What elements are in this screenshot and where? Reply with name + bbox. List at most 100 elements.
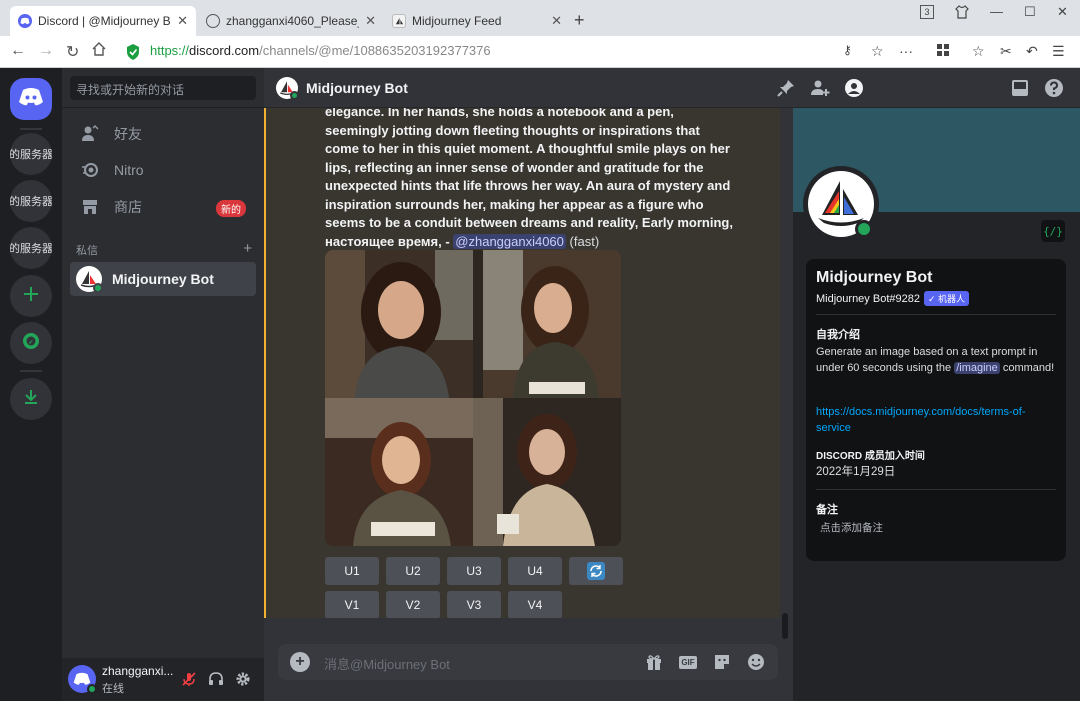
tab-title: zhangganxi4060_Please_d... [226,14,359,28]
home-button[interactable] [92,42,106,61]
favorites-list-icon[interactable]: ☆ [972,43,985,60]
note-input[interactable]: 点击添加备注 [820,521,883,537]
apps-grid-icon[interactable] [936,43,950,60]
dm-item-midjourney-bot[interactable]: Midjourney Bot [70,262,256,296]
menu-icon[interactable]: ☰ [1052,43,1065,60]
url-path: /channels/@me/1088635203192377376 [259,43,491,58]
variation-button-v2[interactable]: V2 [386,591,440,618]
close-icon[interactable]: ✕ [177,13,188,29]
imagine-command[interactable]: /imagine [954,361,1000,374]
prompt-text: elegance. In her hands, she holds a note… [325,108,733,249]
upload-plus-button[interactable]: + [290,652,310,672]
user-profile-toggle[interactable] [844,78,864,98]
deafen-button[interactable] [207,670,225,688]
variation-button-v4[interactable]: V4 [508,591,562,618]
tab-midjourney-feed[interactable]: Midjourney Feed ✕ [384,6,570,36]
tab-title: Midjourney Feed [412,14,502,28]
server-label: 的服务器 [10,149,52,161]
upscale-button-u2[interactable]: U2 [386,557,440,585]
secure-shield-icon[interactable] [126,44,140,60]
close-icon[interactable]: ✕ [551,13,562,29]
gif-icon: GIF [679,655,697,669]
reload-button[interactable]: ↻ [66,42,79,62]
maximize-button[interactable]: ☐ [1024,4,1036,20]
dm-search-input[interactable]: 寻找或开始新的对话 [70,76,256,100]
explore-servers-button[interactable] [10,322,52,364]
scissors-icon[interactable]: ✂ [1000,43,1012,60]
user-avatar[interactable] [68,665,97,694]
variation-button-v1[interactable]: V1 [325,591,379,618]
generated-image-3 [325,398,473,546]
mute-mic-button[interactable] [180,670,198,688]
browser-address-bar: ← → ↻ https://discord.com/channels/@me/1… [0,36,1080,68]
upscale-button-u4[interactable]: U4 [508,557,562,585]
server-label: 的服务器 [10,243,52,255]
user-status: 在线 [102,683,124,695]
compass-icon [21,331,41,356]
variation-button-v3[interactable]: V3 [447,591,501,618]
profile-name: Midjourney Bot [816,269,933,286]
shirt-icon[interactable] [955,5,969,22]
code-badge-icon[interactable]: {/} [1041,220,1065,242]
screen: Discord | @Midjourney Bot ✕ zhangganxi40… [0,0,1080,701]
forward-button[interactable]: → [38,42,54,60]
nav-friends[interactable]: 好友 [70,117,256,151]
tab-zhangganxi[interactable]: zhangganxi4060_Please_d... ✕ [198,6,384,36]
new-tab-button[interactable]: + [574,10,585,31]
emoji-button[interactable] [746,652,766,672]
create-dm-plus-icon[interactable]: + [243,240,252,257]
back-button[interactable]: ← [10,42,26,60]
download-apps-button[interactable] [10,378,52,420]
gift-button[interactable] [644,652,664,672]
bookmark-star-icon[interactable]: ☆ [871,43,884,60]
server-item[interactable]: 的服务器 [10,180,52,222]
divider [62,107,264,108]
url-field[interactable]: https://discord.com/channels/@me/1088635… [150,43,491,58]
mic-muted-icon [182,672,196,686]
headphones-icon [209,672,223,685]
discord-icon [18,87,44,112]
chat-scrollbar[interactable] [782,613,788,639]
nav-nitro[interactable]: Nitro [70,153,256,187]
sticker-button[interactable] [712,652,732,672]
close-icon[interactable]: ✕ [365,13,376,29]
home-dm-button[interactable] [10,78,52,120]
about-text-part: command! [999,361,1055,374]
online-status-dot [290,90,299,100]
add-friends-to-dm-button[interactable] [810,78,830,98]
tab-title: Discord | @Midjourney Bot [38,14,172,28]
generated-image-1 [325,250,473,398]
generated-image-grid[interactable] [325,250,621,546]
server-item[interactable]: 的服务器 [10,227,52,269]
server-item[interactable]: 的服务器 [10,133,52,175]
reroll-button[interactable] [569,557,623,585]
avatar [276,76,299,100]
terms-of-service-link[interactable]: https://docs.midjourney.com/docs/terms-o… [816,405,1056,436]
nav-shop[interactable]: 商店 新的 [70,190,256,224]
discord-icon [18,14,32,28]
generated-image-2 [473,250,621,398]
gif-button[interactable]: GIF [678,652,698,672]
online-status-dot [87,684,97,694]
pinned-messages-button[interactable] [776,78,796,98]
tab-discord[interactable]: Discord | @Midjourney Bot ✕ [10,6,196,36]
section-title: 私信 [76,245,98,257]
upscale-button-u1[interactable]: U1 [325,557,379,585]
message-composer[interactable]: + 消息@Midjourney Bot GIF [278,644,778,680]
help-button[interactable] [1044,78,1064,98]
refresh-icon [587,562,605,580]
avatar [76,266,103,293]
inbox-button[interactable] [1010,78,1030,98]
key-icon[interactable]: ⚷ [843,43,852,57]
user-mention[interactable]: @zhangganxi4060 [453,233,566,249]
server-divider [20,370,42,372]
tab-counter-icon[interactable]: 3 [920,5,934,19]
more-dots-icon[interactable]: ··· [899,43,913,59]
minimize-button[interactable]: — [990,4,1003,19]
inbox-icon [1012,80,1028,96]
user-settings-button[interactable] [234,670,252,688]
add-server-button[interactable] [10,275,52,317]
upscale-button-u3[interactable]: U3 [447,557,501,585]
window-close-button[interactable]: ✕ [1057,4,1068,20]
undo-icon[interactable]: ↶ [1026,43,1038,60]
